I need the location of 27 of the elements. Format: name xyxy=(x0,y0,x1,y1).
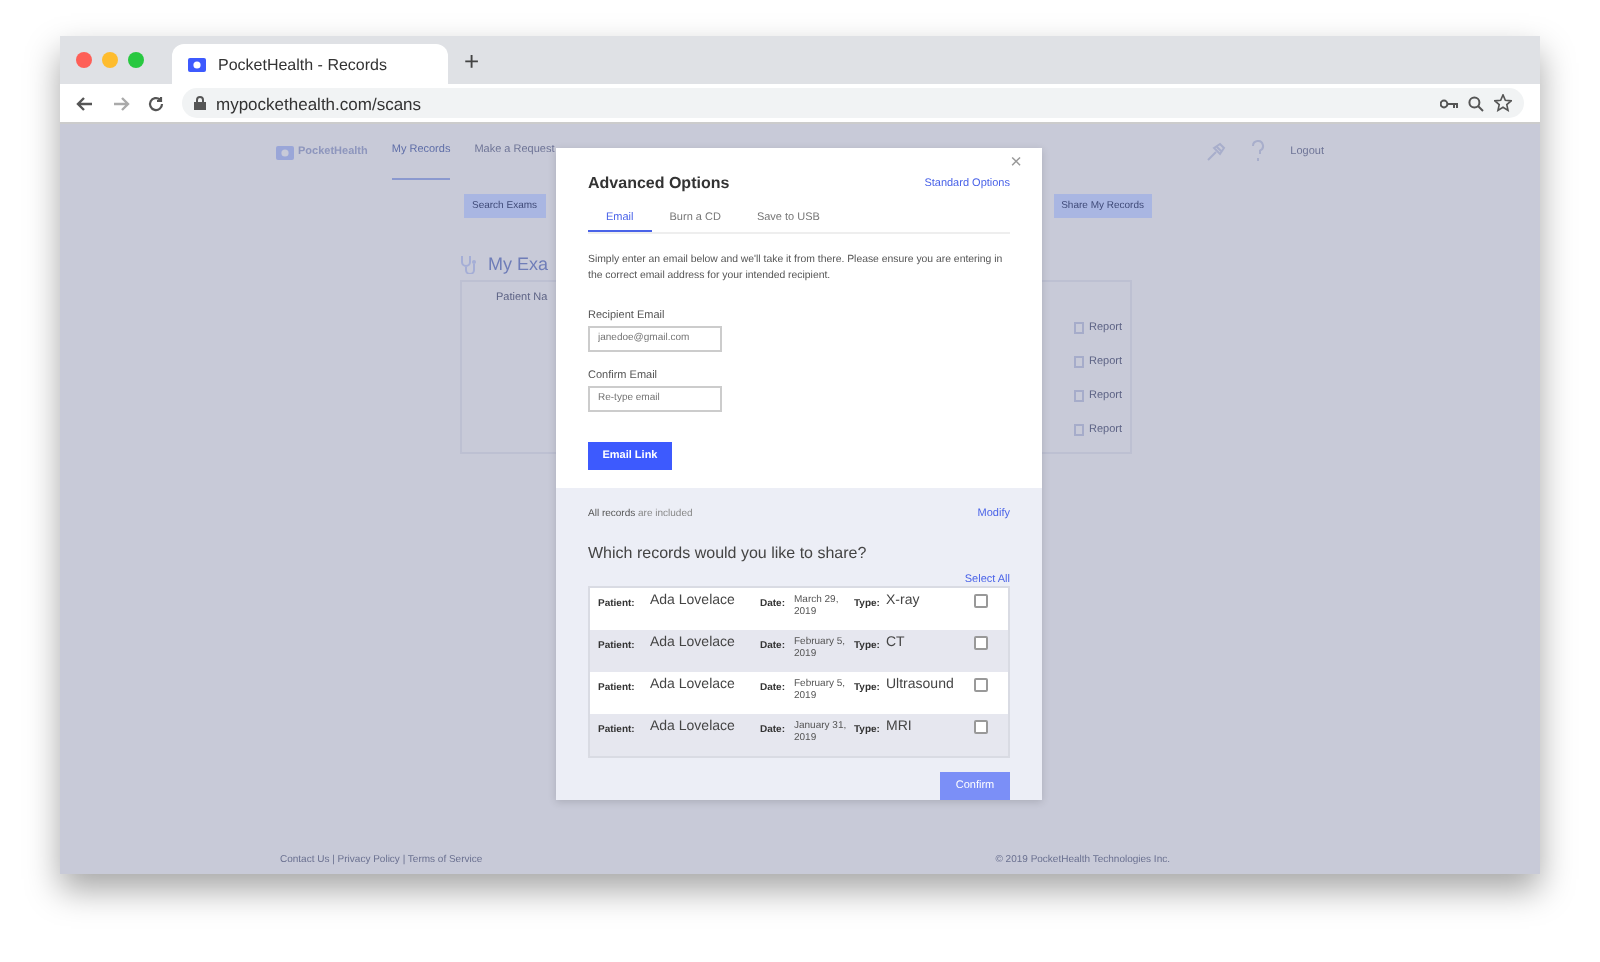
camera-icon xyxy=(188,56,206,72)
page-heading: My Exa xyxy=(488,254,549,274)
zoom-icon[interactable] xyxy=(1468,95,1484,111)
record-checkbox[interactable] xyxy=(974,719,988,734)
share-question: Which records would you like to share? xyxy=(588,543,869,562)
stethoscope-icon xyxy=(460,254,478,274)
record-checkbox[interactable] xyxy=(974,635,988,650)
key-icon[interactable] xyxy=(1440,97,1458,109)
reload-icon[interactable] xyxy=(148,95,164,111)
back-icon[interactable] xyxy=(76,95,94,111)
document-icon xyxy=(1074,322,1085,334)
document-icon xyxy=(1074,356,1085,368)
dialog-title: Advanced Options xyxy=(588,174,730,192)
new-tab-button[interactable]: + xyxy=(464,45,480,75)
lock-icon xyxy=(194,96,206,110)
close-window-icon[interactable] xyxy=(76,52,92,68)
maximize-window-icon[interactable] xyxy=(128,52,144,68)
browser-tab[interactable]: PocketHealth - Records xyxy=(172,44,448,84)
record-checkbox[interactable] xyxy=(974,677,988,692)
address-bar[interactable]: mypockethealth.com/scans xyxy=(182,88,1524,118)
star-icon[interactable] xyxy=(1494,94,1512,112)
document-icon xyxy=(1074,390,1085,402)
document-icon xyxy=(1074,424,1085,436)
close-button[interactable]: × xyxy=(998,150,1034,176)
camera-icon xyxy=(276,143,294,159)
record-checkbox[interactable] xyxy=(974,593,988,608)
forward-icon[interactable] xyxy=(112,95,130,111)
